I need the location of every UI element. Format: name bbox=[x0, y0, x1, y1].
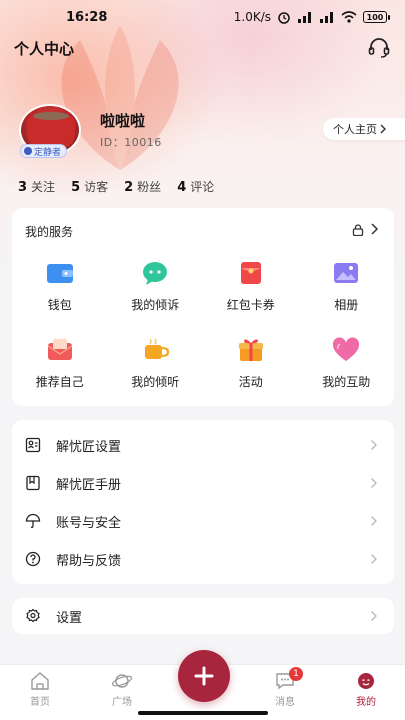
services-card: 我的服务 钱包 我的倾诉 红包卡券 相册 推荐自己 我的倾听 活动 我的互助 bbox=[12, 208, 394, 406]
stat-num: 4 bbox=[177, 180, 187, 195]
service-label: 相册 bbox=[334, 298, 359, 312]
tea-cup-icon bbox=[145, 338, 170, 359]
tab-square[interactable]: 广场 bbox=[97, 671, 147, 708]
status-bar: 16:28 1.0K/s 100 bbox=[0, 0, 405, 36]
stat-visitors[interactable]: 5 访客 bbox=[71, 178, 108, 195]
create-post-button[interactable] bbox=[178, 650, 230, 702]
stat-num: 5 bbox=[71, 180, 81, 195]
service-label: 我的倾听 bbox=[131, 375, 180, 389]
stat-fans[interactable]: 2 粉丝 bbox=[124, 178, 161, 195]
tab-me[interactable]: 我的 bbox=[341, 671, 391, 708]
id-card-icon bbox=[25, 437, 41, 453]
service-label: 红包卡券 bbox=[226, 298, 275, 312]
chevron-right-icon bbox=[380, 124, 386, 134]
services-grid: 钱包 我的倾诉 红包卡券 相册 推荐自己 我的倾听 活动 我的互助 bbox=[12, 260, 394, 390]
level-badge: 定静者 bbox=[20, 144, 68, 158]
settings-card: 设置 bbox=[12, 598, 394, 634]
service-recommend-self[interactable]: 推荐自己 bbox=[12, 337, 108, 390]
menu-row-label: 设置 bbox=[56, 610, 83, 626]
service-label: 推荐自己 bbox=[35, 375, 84, 389]
home-indicator bbox=[138, 711, 268, 715]
network-speed: 1.0K/s bbox=[233, 10, 271, 24]
tab-label: 首页 bbox=[30, 697, 50, 708]
level-badge-label: 定静者 bbox=[34, 147, 62, 158]
stat-label: 关注 bbox=[31, 180, 56, 194]
chevron-right-icon bbox=[371, 478, 377, 488]
battery-indicator: 100 bbox=[363, 11, 390, 23]
tab-label: 我的 bbox=[356, 697, 376, 708]
chat-bubble-icon bbox=[143, 262, 168, 285]
handbook-icon bbox=[26, 475, 40, 491]
status-time: 16:28 bbox=[66, 10, 108, 25]
service-label: 我的倾诉 bbox=[131, 298, 180, 312]
tab-label: 广场 bbox=[112, 697, 132, 708]
stat-label: 评论 bbox=[190, 180, 215, 194]
stat-comments[interactable]: 4 评论 bbox=[177, 178, 214, 195]
tab-messages[interactable]: 1 消息 bbox=[260, 667, 310, 708]
service-mutual-help[interactable]: 我的互助 bbox=[299, 337, 395, 390]
service-my-talks[interactable]: 我的倾诉 bbox=[108, 260, 204, 313]
menu-row-label: 解忧匠设置 bbox=[56, 439, 122, 455]
stat-following[interactable]: 3 关注 bbox=[18, 178, 55, 195]
service-label: 我的互助 bbox=[322, 375, 371, 389]
status-indicators: 1.0K/s 100 bbox=[233, 10, 390, 24]
red-envelope-icon bbox=[240, 262, 261, 284]
lock-icon[interactable] bbox=[352, 224, 364, 236]
personal-homepage-button[interactable]: 个人主页 bbox=[323, 118, 405, 140]
profile-icon bbox=[358, 673, 374, 689]
service-label: 钱包 bbox=[47, 298, 72, 312]
chevron-right-icon bbox=[371, 516, 377, 526]
signal-icon-2 bbox=[320, 12, 333, 23]
service-label: 活动 bbox=[238, 375, 263, 389]
nickname: 啦啦啦 bbox=[100, 112, 146, 130]
services-title: 我的服务 bbox=[25, 225, 74, 239]
menu-row-label: 帮助与反馈 bbox=[56, 553, 122, 569]
tab-label: 消息 bbox=[275, 697, 295, 708]
stat-label: 粉丝 bbox=[137, 180, 162, 194]
page-title: 个人中心 bbox=[14, 40, 75, 58]
gear-icon bbox=[26, 608, 40, 623]
signal-icon bbox=[298, 12, 311, 23]
service-my-listening[interactable]: 我的倾听 bbox=[108, 337, 204, 390]
plus-icon bbox=[194, 666, 214, 686]
headset-icon[interactable] bbox=[367, 36, 391, 60]
service-activity[interactable]: 活动 bbox=[203, 337, 299, 390]
umbrella-icon bbox=[25, 513, 41, 528]
chevron-right-icon bbox=[371, 554, 377, 564]
menu-row-jiyoujiang-handbook[interactable]: 解忧匠手册 bbox=[12, 464, 394, 502]
stat-num: 2 bbox=[124, 180, 134, 195]
heart-icon bbox=[333, 337, 360, 361]
menu-row-help-feedback[interactable]: 帮助与反馈 bbox=[12, 540, 394, 578]
settings-list-card: 解忧匠设置 解忧匠手册 账号与安全 帮助与反馈 bbox=[12, 420, 394, 584]
chevron-right-icon bbox=[371, 611, 377, 621]
unread-badge: 1 bbox=[289, 667, 303, 681]
stat-num: 3 bbox=[18, 180, 28, 195]
menu-row-settings[interactable]: 设置 bbox=[12, 598, 394, 634]
tab-home[interactable]: 首页 bbox=[15, 671, 65, 708]
photo-album-icon bbox=[334, 263, 359, 283]
menu-row-label: 解忧匠手册 bbox=[56, 477, 122, 493]
menu-row-jiyoujiang-settings[interactable]: 解忧匠设置 bbox=[12, 426, 394, 464]
gift-icon bbox=[238, 339, 263, 361]
service-red-envelope[interactable]: 红包卡券 bbox=[203, 260, 299, 313]
personal-homepage-label: 个人主页 bbox=[333, 123, 377, 136]
help-icon bbox=[25, 551, 41, 567]
menu-row-label: 账号与安全 bbox=[56, 515, 122, 531]
menu-row-account-security[interactable]: 账号与安全 bbox=[12, 502, 394, 540]
eye-icon bbox=[24, 147, 32, 155]
home-icon bbox=[31, 672, 49, 690]
profile-stats: 3 关注 5 访客 2 粉丝 4 评论 bbox=[18, 178, 214, 195]
wallet-icon bbox=[46, 264, 73, 283]
service-wallet[interactable]: 钱包 bbox=[12, 260, 108, 313]
service-photo-album[interactable]: 相册 bbox=[299, 260, 395, 313]
wifi-icon bbox=[341, 11, 357, 23]
chevron-right-icon bbox=[371, 440, 377, 450]
planet-icon bbox=[111, 674, 133, 688]
stat-label: 访客 bbox=[84, 180, 109, 194]
envelope-icon bbox=[47, 339, 73, 360]
alarm-icon bbox=[278, 12, 290, 24]
chevron-right-icon[interactable] bbox=[370, 222, 380, 236]
user-id: ID：10016 bbox=[100, 136, 162, 149]
